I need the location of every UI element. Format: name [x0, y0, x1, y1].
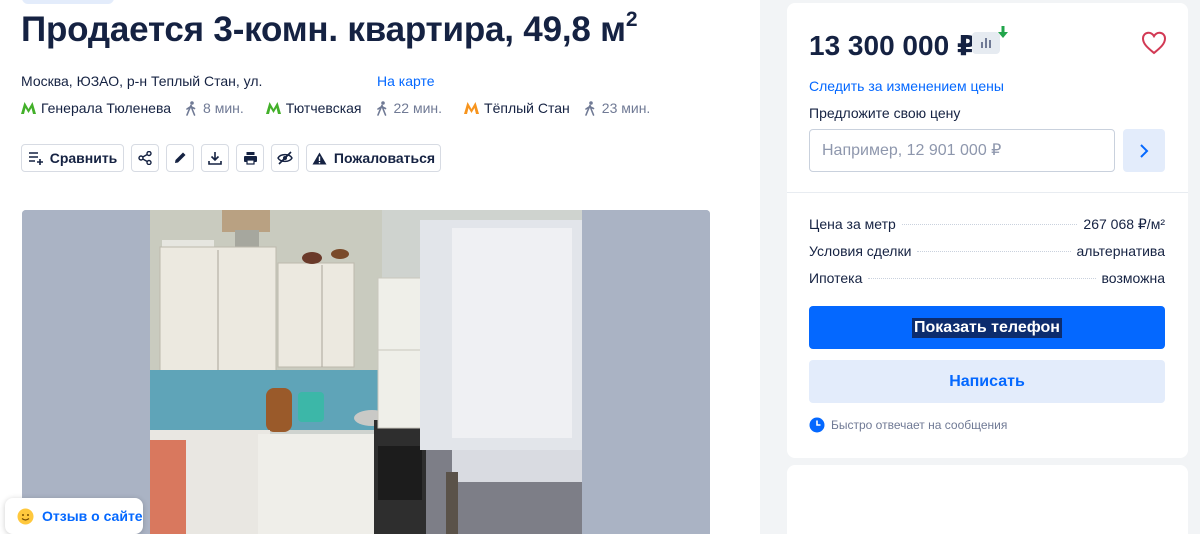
action-toolbar: Сравнить Пожаловаться — [21, 144, 441, 172]
edit-button[interactable] — [166, 144, 194, 172]
feedback-button[interactable]: Отзыв о сайте — [5, 498, 143, 534]
compare-icon — [28, 152, 43, 165]
walk-time-text: 22 мин. — [393, 100, 443, 116]
fact-dots — [901, 224, 1078, 225]
address: Москва, ЮЗАО, р-н Теплый Стан, ул. — [21, 73, 263, 89]
download-icon — [208, 152, 222, 165]
download-button[interactable] — [201, 144, 229, 172]
smiley-icon — [17, 508, 34, 524]
fact-value: возможна — [1101, 270, 1165, 286]
fact-label: Цена за метр — [809, 216, 896, 232]
photo-gallery[interactable] — [22, 210, 710, 534]
feedback-label: Отзыв о сайте — [42, 508, 143, 524]
metro-station[interactable]: Тёплый Стан — [464, 100, 570, 116]
metro-icon — [464, 102, 480, 114]
follow-price-link[interactable]: Следить за изменением цены — [809, 78, 1004, 94]
show-phone-label: Показать телефон — [912, 317, 1062, 338]
print-button[interactable] — [236, 144, 264, 172]
price: 13 300 000 ₽ — [809, 30, 977, 61]
page-title: Продается 3-комн. квартира, 49,8 м2 — [21, 8, 638, 50]
edit-icon — [175, 152, 186, 163]
listing-main: Продается 3-комн. квартира, 49,8 м2 Моск… — [0, 0, 760, 534]
secondary-card — [787, 465, 1188, 534]
metro-station-name: Тютчевская — [285, 100, 362, 116]
fact-row: Условия сделки альтернатива — [809, 243, 1165, 270]
write-label: Написать — [949, 372, 1025, 390]
fact-value: альтернатива — [1076, 243, 1166, 259]
hide-button[interactable] — [271, 144, 299, 172]
walk-icon — [584, 100, 595, 116]
fact-row: Ипотека возможна — [809, 270, 1165, 297]
hide-icon — [277, 151, 293, 165]
quick-reply-text: Быстро отвечает на сообщения — [831, 418, 1008, 432]
fact-dots — [868, 278, 1096, 279]
fact-label: Условия сделки — [809, 243, 912, 259]
show-phone-button[interactable]: Показать телефон — [809, 306, 1165, 349]
metro-station-name: Тёплый Стан — [484, 100, 570, 116]
metro-list: Генерала Тюленева 8 мин. Тютчевская 22 м… — [21, 99, 672, 117]
offer-submit-button[interactable] — [1123, 129, 1165, 172]
compare-label: Сравнить — [49, 150, 118, 166]
walk-time-text: 23 мин. — [601, 100, 651, 116]
fact-value: 267 068 ₽/м² — [1083, 216, 1165, 232]
metro-station[interactable]: Генерала Тюленева — [21, 100, 171, 116]
walk-time: 8 мин. — [185, 100, 244, 116]
offer-price-input[interactable] — [809, 129, 1115, 172]
price-sidebar: 13 300 000 ₽ Следить за изменением цены … — [787, 3, 1188, 458]
divider — [787, 192, 1188, 193]
quick-reply-note: Быстро отвечает на сообщения — [809, 417, 1007, 433]
heart-icon[interactable] — [1141, 31, 1167, 55]
write-button[interactable]: Написать — [809, 360, 1165, 403]
walk-time-text: 8 мин. — [203, 100, 244, 116]
metro-icon — [265, 102, 281, 114]
warning-icon — [312, 152, 327, 164]
price-history-button[interactable] — [972, 32, 1000, 54]
offer-label: Предложите свою цену — [809, 105, 961, 121]
chevron-right-icon — [1140, 143, 1149, 158]
metro-station-name: Генерала Тюленева — [41, 100, 172, 116]
clock-icon — [809, 417, 825, 433]
fact-label: Ипотека — [809, 270, 863, 286]
fact-dots — [917, 251, 1071, 252]
walk-time: 23 мин. — [584, 100, 651, 116]
price-down-icon — [998, 26, 1008, 38]
share-icon — [138, 151, 152, 165]
metro-icon — [21, 102, 36, 114]
walk-icon — [376, 100, 386, 116]
metro-station[interactable]: Тютчевская — [265, 100, 362, 116]
fact-row: Цена за метр 267 068 ₽/м² — [809, 216, 1165, 243]
map-link[interactable]: На карте — [377, 73, 435, 89]
title-superscript: 2 — [625, 8, 638, 32]
compare-button[interactable]: Сравнить — [21, 144, 124, 172]
complain-button[interactable]: Пожаловаться — [306, 144, 441, 172]
walk-time: 22 мин. — [376, 100, 443, 116]
title-text: Продается 3-комн. квартира, 49,8 м — [21, 10, 626, 49]
kitchen-photo — [22, 210, 710, 534]
walk-icon — [186, 100, 196, 116]
bar-chart-icon — [981, 38, 991, 48]
complain-label: Пожаловаться — [333, 150, 436, 166]
share-button[interactable] — [131, 144, 159, 172]
facts-list: Цена за метр 267 068 ₽/м² Условия сделки… — [809, 216, 1165, 297]
top-chip — [22, 0, 114, 4]
print-icon — [243, 152, 257, 165]
